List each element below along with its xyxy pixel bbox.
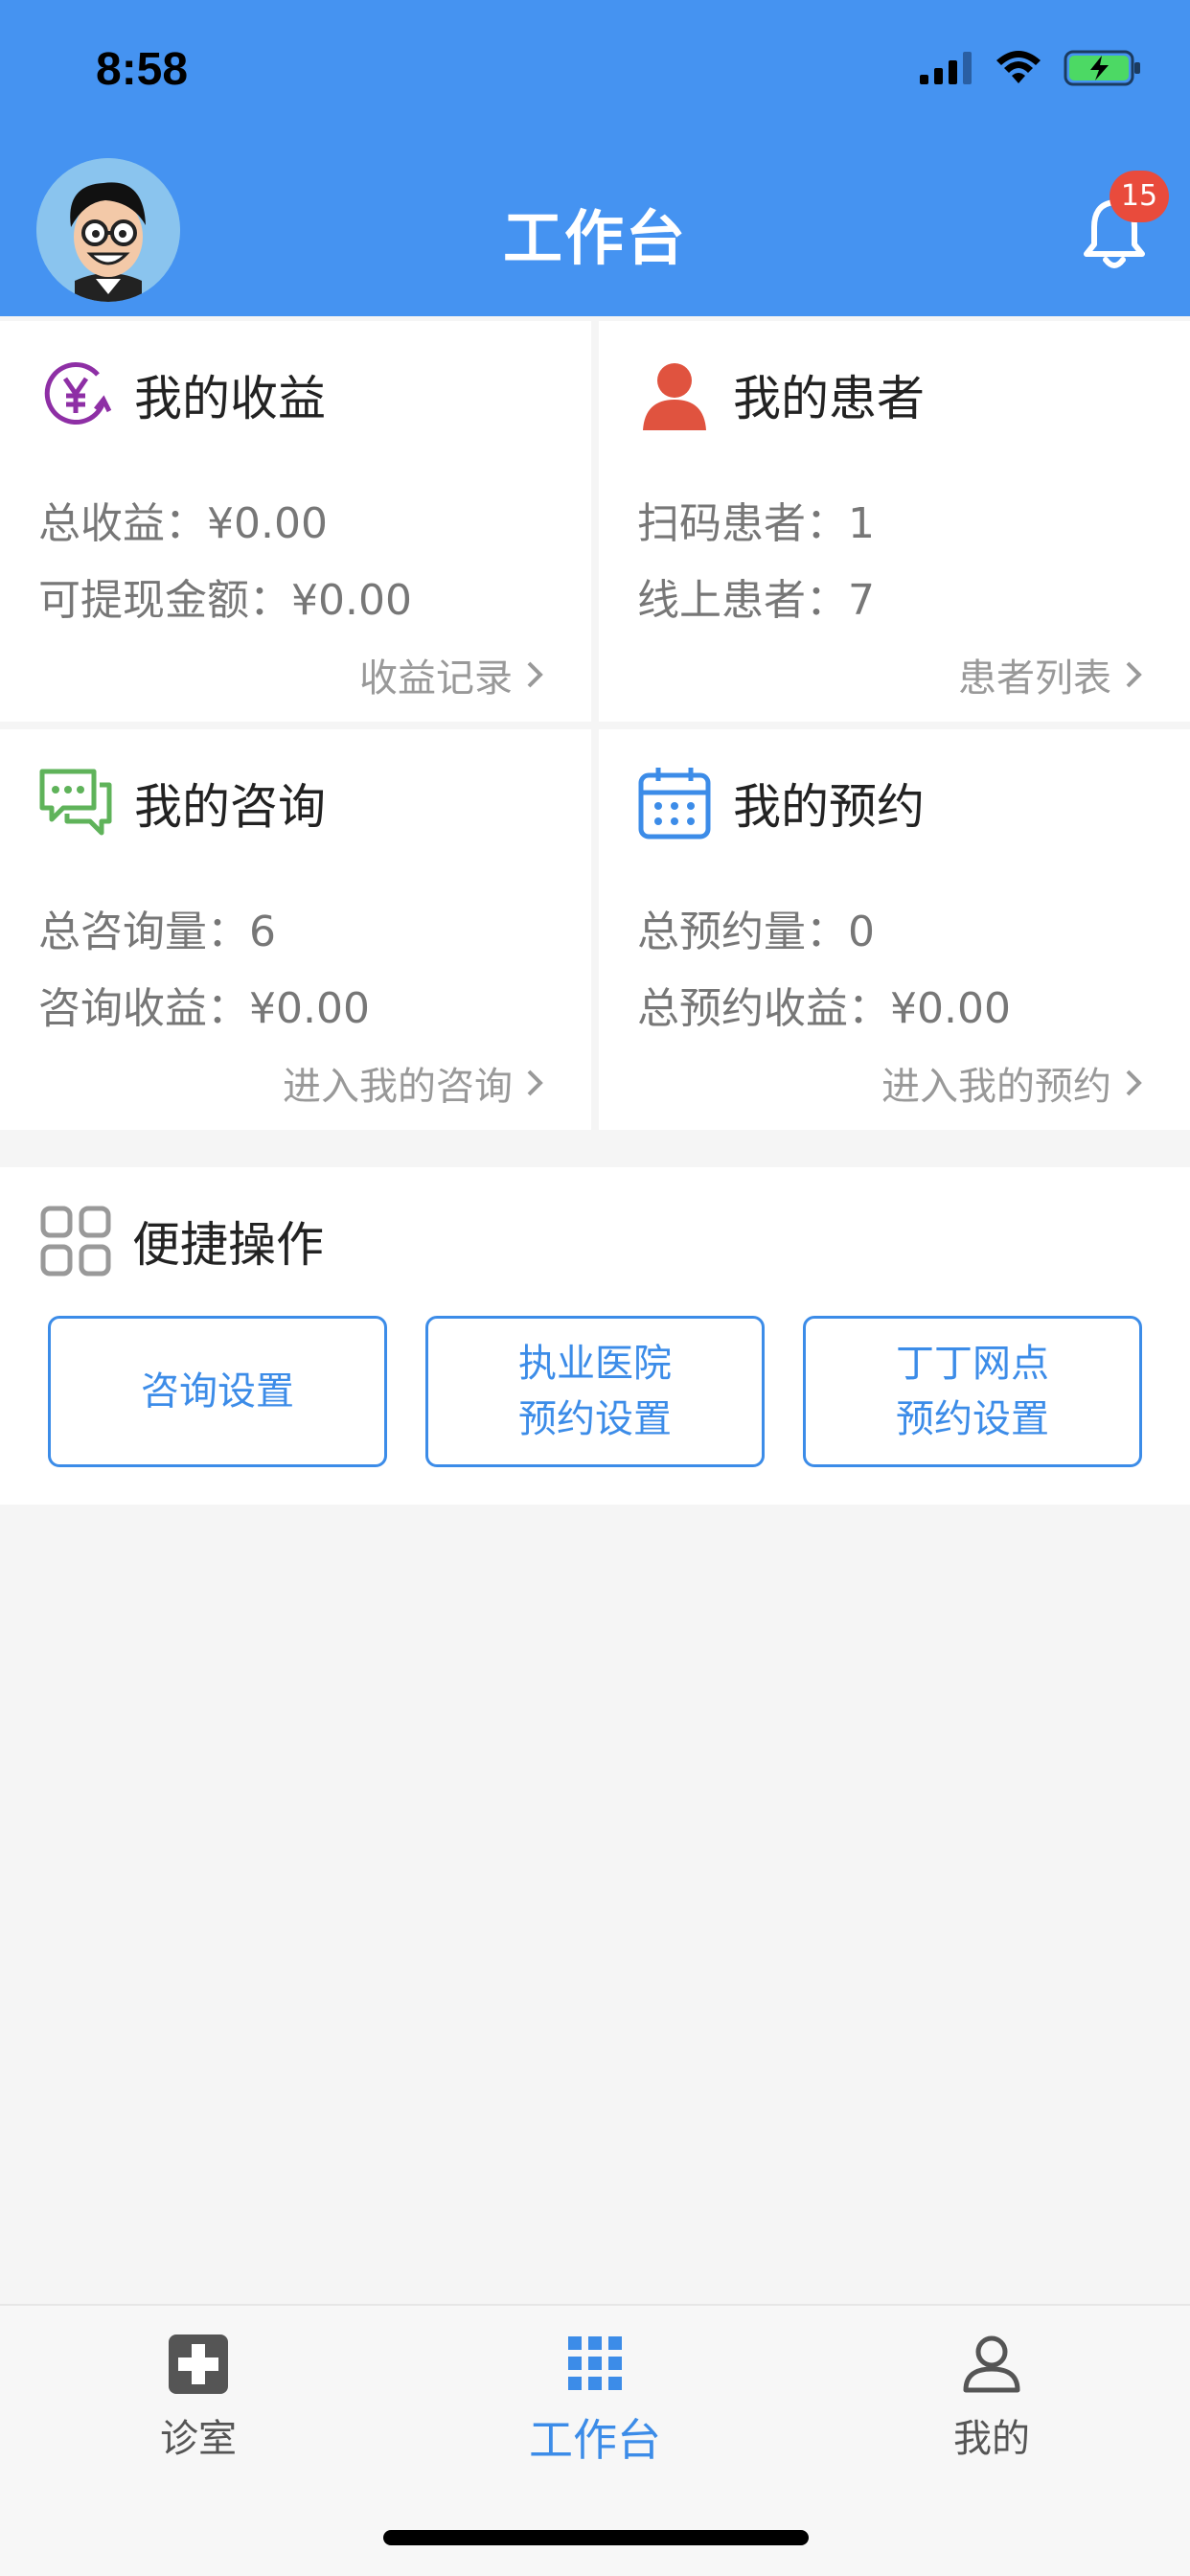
tab-workbench-label: 工作台 bbox=[529, 2414, 661, 2466]
earnings-record-label: 收益记录 bbox=[359, 656, 513, 701]
screen: 8:58 工作台 15 我的收益 总收益：¥0.00 可提现金额：¥0.00 收… bbox=[0, 0, 1190, 2576]
dingding-settings-line1: 丁丁网点 bbox=[896, 1342, 1049, 1386]
online-patients: 线上患者：7 bbox=[637, 576, 875, 625]
quick-actions-title: 便捷操作 bbox=[132, 1217, 324, 1273]
grid-icon bbox=[568, 2336, 622, 2390]
person-icon bbox=[637, 357, 712, 432]
quick-actions-panel: 便捷操作 咨询设置 执业医院 预约设置 丁丁网点 预约设置 bbox=[0, 1167, 1190, 1505]
consult-card-title: 我的咨询 bbox=[134, 779, 326, 835]
my-consult-label: 进入我的咨询 bbox=[283, 1065, 513, 1109]
tab-clinic-label: 诊室 bbox=[160, 2417, 237, 2461]
consult-card[interactable]: 我的咨询 总咨询量：6 咨询收益：¥0.00 进入我的咨询 bbox=[0, 729, 591, 1130]
consult-settings-button[interactable]: 咨询设置 bbox=[48, 1316, 387, 1467]
status-icons bbox=[920, 50, 1142, 86]
earnings-card[interactable]: 我的收益 总收益：¥0.00 可提现金额：¥0.00 收益记录 bbox=[0, 321, 591, 722]
signal-icon bbox=[920, 52, 972, 84]
scan-patients: 扫码患者：1 bbox=[637, 499, 875, 548]
chevron-right-icon bbox=[527, 1070, 543, 1096]
appointment-earnings: 总预约收益：¥0.00 bbox=[637, 984, 1011, 1033]
chevron-right-icon bbox=[527, 661, 543, 688]
grid-apps-icon bbox=[40, 1206, 111, 1276]
appointment-card[interactable]: 我的预约 总预约量：0 总预约收益：¥0.00 进入我的预约 bbox=[599, 729, 1190, 1130]
hospital-settings-line1: 执业医院 bbox=[518, 1342, 672, 1386]
tab-clinic[interactable]: 诊室 bbox=[74, 2334, 323, 2463]
chevron-right-icon bbox=[1126, 661, 1142, 688]
tab-workbench[interactable]: 工作台 bbox=[470, 2334, 720, 2469]
status-time: 8:58 bbox=[96, 44, 189, 95]
earnings-card-header: 我的收益 bbox=[38, 357, 326, 432]
tab-mine[interactable]: 我的 bbox=[867, 2334, 1116, 2463]
patients-card[interactable]: 我的患者 扫码患者：1 线上患者：7 患者列表 bbox=[599, 321, 1190, 722]
notification-badge: 15 bbox=[1110, 171, 1169, 222]
total-earnings: 总收益：¥0.00 bbox=[38, 499, 328, 548]
tab-mine-label: 我的 bbox=[953, 2417, 1030, 2461]
user-icon bbox=[963, 2335, 1020, 2393]
patients-card-header: 我的患者 bbox=[637, 357, 925, 432]
wifi-icon bbox=[996, 51, 1041, 83]
appointment-card-header: 我的预约 bbox=[637, 766, 925, 840]
page-title: 工作台 bbox=[502, 203, 687, 273]
chat-bubbles-icon bbox=[38, 766, 113, 840]
header-bar: 8:58 工作台 15 bbox=[0, 0, 1190, 316]
withdrawable-amount: 可提现金额：¥0.00 bbox=[38, 576, 412, 625]
consult-card-header: 我的咨询 bbox=[38, 766, 326, 840]
battery-icon bbox=[1064, 50, 1140, 86]
home-indicator[interactable] bbox=[383, 2530, 809, 2545]
dingding-appointment-settings-button[interactable]: 丁丁网点 预约设置 bbox=[803, 1316, 1142, 1467]
appointment-card-title: 我的预约 bbox=[733, 779, 925, 835]
hospital-settings-line2: 预约设置 bbox=[518, 1397, 672, 1441]
quick-actions-header: 便捷操作 bbox=[40, 1206, 324, 1276]
patients-card-title: 我的患者 bbox=[733, 371, 925, 426]
chevron-right-icon bbox=[1126, 1070, 1142, 1096]
patient-list-link[interactable]: 患者列表 bbox=[958, 647, 1142, 702]
dingding-settings-line2: 预约设置 bbox=[896, 1397, 1049, 1441]
total-consultations: 总咨询量：6 bbox=[38, 908, 276, 956]
yuan-refresh-icon bbox=[38, 357, 113, 432]
patient-list-label: 患者列表 bbox=[958, 656, 1111, 701]
total-appointments: 总预约量：0 bbox=[637, 908, 875, 956]
earnings-card-title: 我的收益 bbox=[134, 371, 326, 426]
medical-cross-icon bbox=[169, 2334, 228, 2394]
my-consult-link[interactable]: 进入我的咨询 bbox=[283, 1055, 543, 1111]
my-appointment-link[interactable]: 进入我的预约 bbox=[881, 1055, 1142, 1111]
earnings-record-link[interactable]: 收益记录 bbox=[359, 647, 543, 702]
hospital-appointment-settings-button[interactable]: 执业医院 预约设置 bbox=[425, 1316, 765, 1467]
consult-settings-label: 咨询设置 bbox=[141, 1369, 294, 1414]
calendar-icon bbox=[637, 766, 712, 840]
consult-earnings: 咨询收益：¥0.00 bbox=[38, 984, 370, 1033]
my-appointment-label: 进入我的预约 bbox=[881, 1065, 1111, 1109]
